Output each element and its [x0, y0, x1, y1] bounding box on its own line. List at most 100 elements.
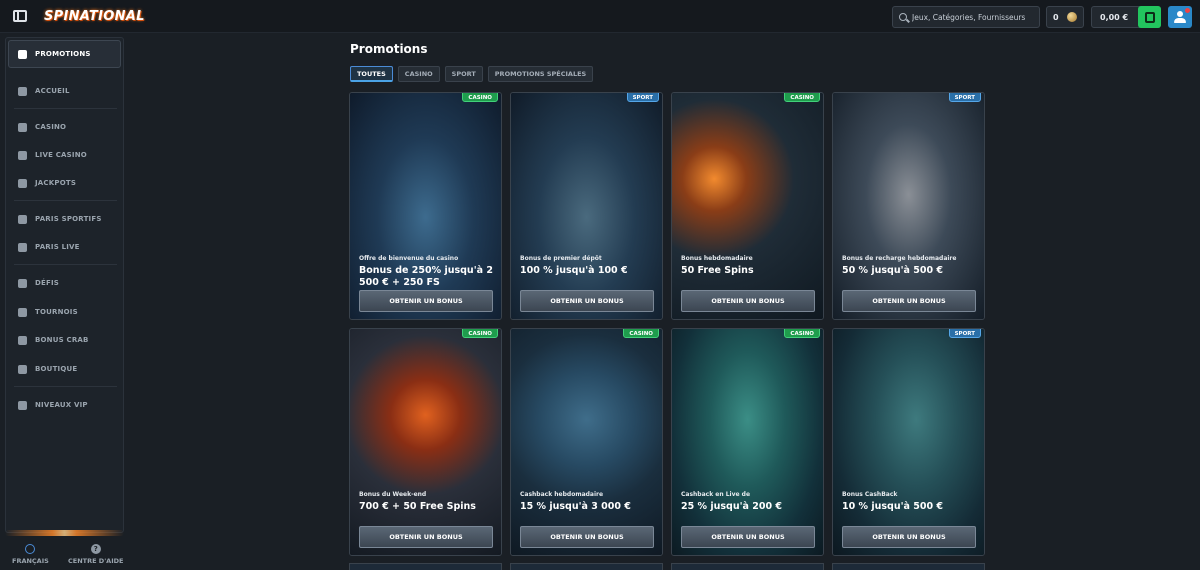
promo-subtitle: Cashback hebdomadaire	[520, 491, 604, 498]
promo-artwork	[511, 93, 662, 319]
diamond-icon	[18, 400, 27, 410]
promo-title: Bonus de 250% jusqu'à 2 500 € + 250 FS	[359, 265, 493, 288]
sidebar-item-label: JACKPOTS	[35, 179, 77, 187]
home-icon	[18, 86, 27, 96]
sidebar-item-label: PROMOTIONS	[35, 50, 91, 58]
sidebar-item-boutique[interactable]: BOUTIQUE	[18, 362, 77, 376]
category-badge: SPORT	[948, 93, 981, 102]
tab-casino[interactable]: CASINO	[397, 66, 440, 82]
sidebar-item-paris-live[interactable]: PARIS LIVE	[18, 240, 80, 254]
promo-card[interactable]: CASINO Bonus hebdomadaire 50 Free Spins …	[671, 92, 824, 320]
category-badge: SPORT	[626, 93, 659, 102]
search-box[interactable]	[892, 6, 1040, 28]
sidebar-divider	[14, 386, 117, 387]
language-selector[interactable]: FRANÇAIS	[12, 544, 49, 565]
casino-icon	[18, 122, 27, 132]
promo-subtitle: Bonus de recharge hebdomadaire	[842, 255, 957, 262]
promo-card[interactable]: SPORT Bonus de premier dépôt 100 % jusqu…	[510, 92, 663, 320]
promo-title: 100 % jusqu'à 100 €	[520, 265, 628, 276]
promo-card[interactable]: CASINO Cashback hebdomadaire 15 % jusqu'…	[510, 328, 663, 556]
promo-artwork	[672, 93, 823, 319]
promo-artwork	[511, 329, 662, 555]
promo-artwork	[672, 329, 823, 555]
promo-title: 15 % jusqu'à 3 000 €	[520, 501, 631, 512]
promo-title: 50 Free Spins	[681, 265, 754, 276]
sidebar-toggle-icon[interactable]	[13, 10, 27, 22]
promo-card-peek	[832, 563, 985, 570]
category-badge: CASINO	[462, 329, 498, 338]
get-bonus-button[interactable]: OBTENIR UN BONUS	[681, 290, 815, 312]
promo-subtitle: Bonus CashBack	[842, 491, 898, 498]
sidebar-item-label: DÉFIS	[35, 279, 60, 287]
sidebar-item-promotions[interactable]: PROMOTIONS	[18, 47, 91, 61]
promo-subtitle: Bonus de premier dépôt	[520, 255, 602, 262]
live-casino-icon	[18, 150, 27, 160]
get-bonus-button[interactable]: OBTENIR UN BONUS	[520, 290, 654, 312]
coins-balance[interactable]: 0	[1046, 6, 1084, 28]
challenge-icon	[18, 278, 27, 288]
tab-promotions-speciales[interactable]: PROMOTIONS SPÉCIALES	[487, 66, 594, 82]
get-bonus-button[interactable]: OBTENIR UN BONUS	[681, 526, 815, 548]
sidebar-item-paris-sportifs[interactable]: PARIS SPORTIFS	[18, 212, 102, 226]
language-label: FRANÇAIS	[12, 557, 49, 565]
get-bonus-button[interactable]: OBTENIR UN BONUS	[842, 526, 976, 548]
promo-card-peek	[510, 563, 663, 570]
sidebar-item-bonus-crab[interactable]: BONUS CRAB	[18, 333, 89, 347]
promotion-tabs: TOUTES CASINO SPORT PROMOTIONS SPÉCIALES	[350, 66, 594, 82]
top-bar: SPINATIONAL 0 0,00 €	[0, 0, 1200, 33]
sidebar-item-label: PARIS LIVE	[35, 243, 80, 251]
promo-title: 50 % jusqu'à 500 €	[842, 265, 943, 276]
promo-card-peek	[671, 563, 824, 570]
get-bonus-button[interactable]: OBTENIR UN BONUS	[520, 526, 654, 548]
get-bonus-button[interactable]: OBTENIR UN BONUS	[359, 526, 493, 548]
tournament-icon	[18, 307, 27, 317]
sidebar-item-label: ACCUEIL	[35, 87, 70, 95]
promo-subtitle: Cashback en Live de	[681, 491, 751, 498]
sidebar-item-accueil[interactable]: ACCUEIL	[18, 84, 70, 98]
get-bonus-button[interactable]: OBTENIR UN BONUS	[842, 290, 976, 312]
sidebar-item-live-casino[interactable]: LIVE CASINO	[18, 148, 87, 162]
promo-title: 25 % jusqu'à 200 €	[681, 501, 782, 512]
tab-sport[interactable]: SPORT	[444, 66, 483, 82]
sidebar-item-label: LIVE CASINO	[35, 151, 87, 159]
sidebar-item-casino[interactable]: CASINO	[18, 120, 66, 134]
promo-card[interactable]: CASINO Cashback en Live de 25 % jusqu'à …	[671, 328, 824, 556]
get-bonus-button[interactable]: OBTENIR UN BONUS	[359, 290, 493, 312]
tab-toutes[interactable]: TOUTES	[350, 66, 393, 82]
gift-icon	[18, 49, 27, 59]
sidebar-item-jackpots[interactable]: JACKPOTS	[18, 176, 76, 190]
user-account-button[interactable]	[1168, 6, 1192, 28]
promo-card[interactable]: CASINO Bonus du Week-end 700 € + 50 Free…	[349, 328, 502, 556]
sidebar-divider	[14, 200, 117, 201]
shop-icon	[18, 364, 27, 374]
live-betting-icon	[18, 242, 27, 252]
category-badge: CASINO	[623, 329, 659, 338]
promo-card[interactable]: CASINO Offre de bienvenue du casino Bonu…	[349, 92, 502, 320]
promo-card[interactable]: SPORT Bonus CashBack 10 % jusqu'à 500 € …	[832, 328, 985, 556]
site-logo[interactable]: SPINATIONAL	[40, 6, 149, 28]
promo-card[interactable]: SPORT Bonus de recharge hebdomadaire 50 …	[832, 92, 985, 320]
category-badge: CASINO	[462, 93, 498, 102]
search-icon	[899, 13, 907, 21]
deposit-button[interactable]	[1138, 6, 1161, 28]
sidebar-divider	[14, 264, 117, 265]
promo-subtitle: Offre de bienvenue du casino	[359, 255, 459, 262]
crab-icon	[18, 335, 27, 345]
promo-artwork	[833, 93, 984, 319]
sidebar-divider	[14, 108, 117, 109]
jackpot-icon	[18, 178, 27, 188]
coins-value: 0	[1053, 12, 1059, 22]
help-icon: ?	[90, 544, 101, 554]
sidebar-item-defis[interactable]: DÉFIS	[18, 276, 59, 290]
help-center-link[interactable]: ? CENTRE D'AIDE	[68, 544, 123, 565]
promo-card-peek	[349, 563, 502, 570]
promo-artwork	[833, 329, 984, 555]
sidebar-item-label: PARIS SPORTIFS	[35, 215, 102, 223]
user-icon	[1177, 11, 1183, 17]
sidebar-item-niveaux-vip[interactable]: NIVEAUX VIP	[18, 398, 88, 412]
search-input[interactable]	[912, 12, 1039, 22]
notification-dot	[1185, 8, 1190, 13]
sidebar-item-tournois[interactable]: TOURNOIS	[18, 305, 78, 319]
help-label: CENTRE D'AIDE	[68, 557, 124, 565]
promo-title: 700 € + 50 Free Spins	[359, 501, 476, 512]
